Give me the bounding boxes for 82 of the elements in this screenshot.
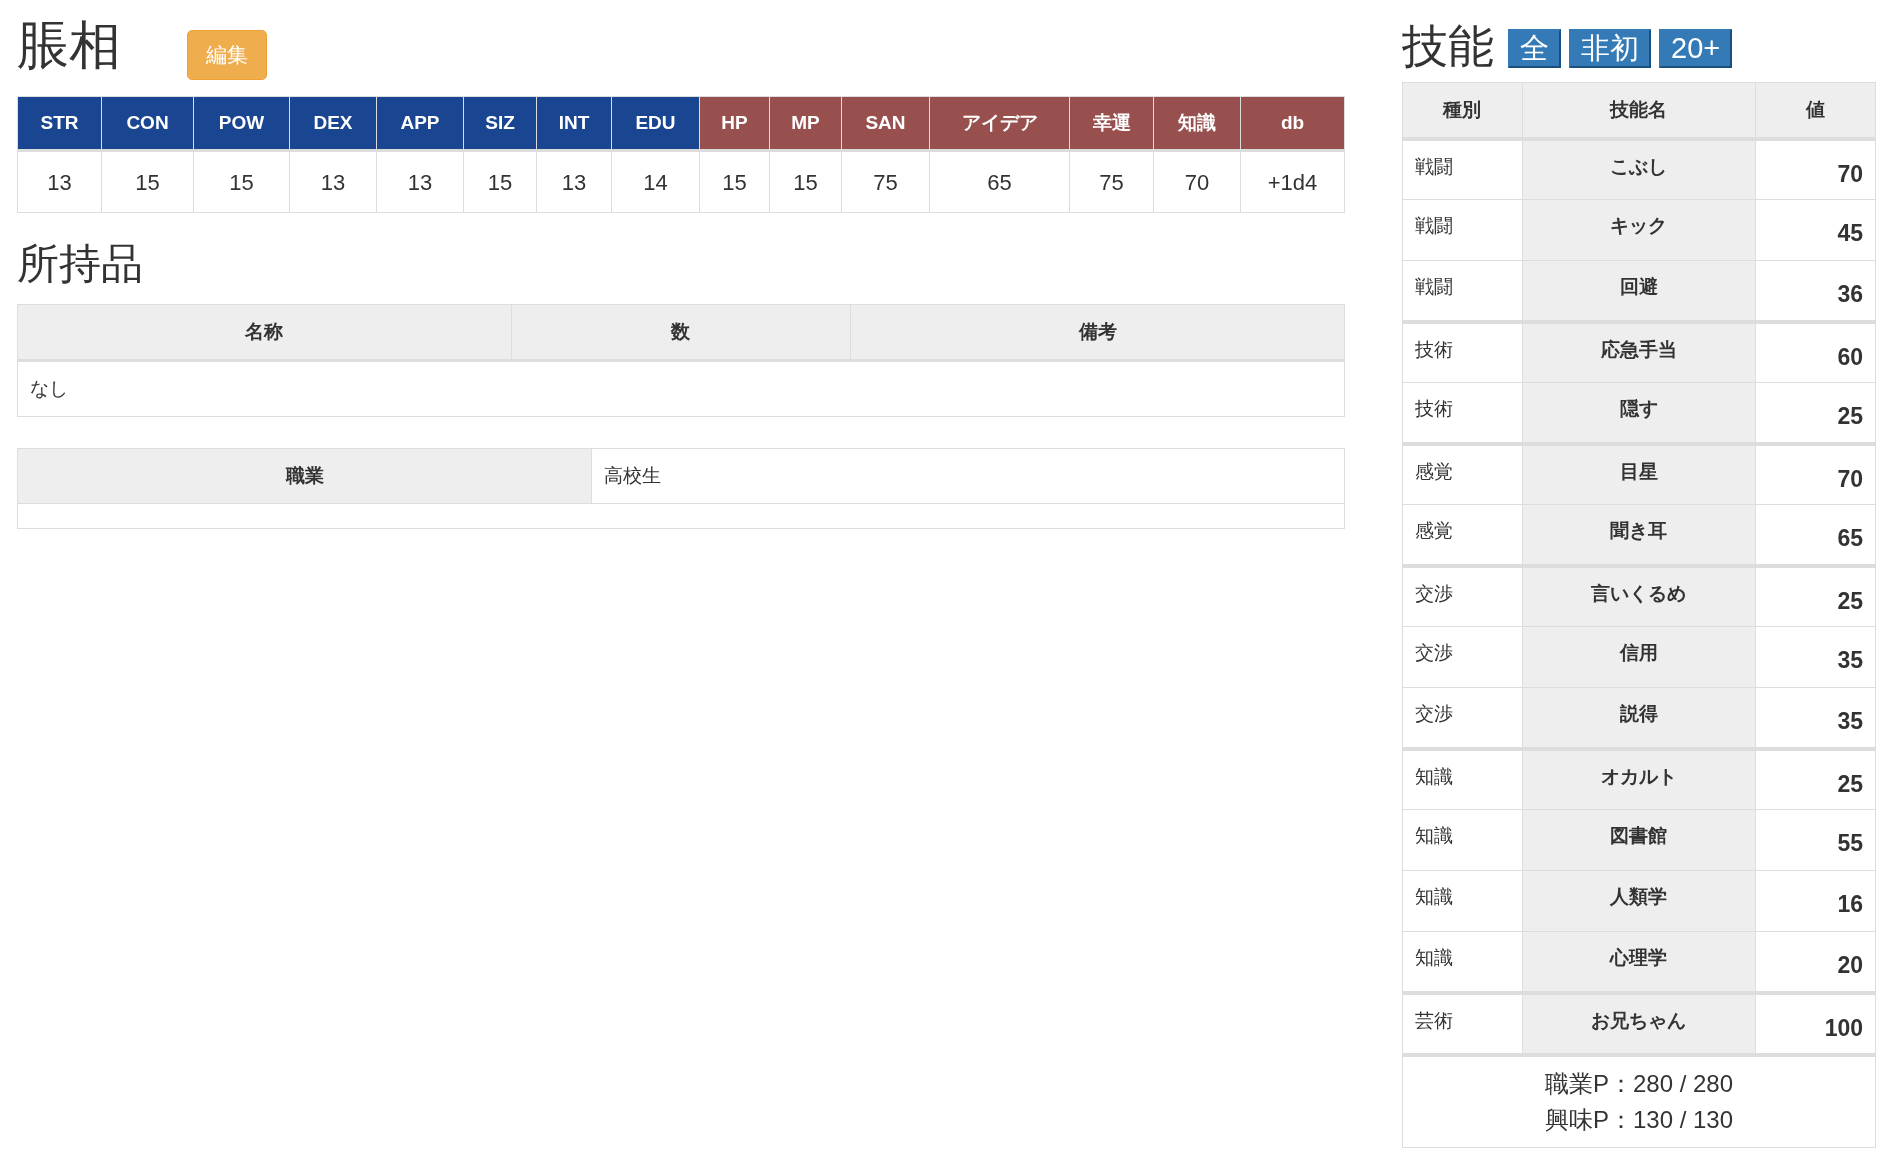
- table-header: 種別: [1402, 82, 1523, 139]
- stat-value: 15: [193, 150, 290, 213]
- stat-header: MP: [769, 96, 842, 151]
- skill-value: 35: [1755, 626, 1876, 688]
- stat-header: APP: [376, 96, 464, 151]
- stat-value: 15: [699, 150, 770, 213]
- skill-name: キック: [1522, 199, 1756, 261]
- stat-header: HP: [699, 96, 770, 151]
- stat-value: 75: [841, 150, 930, 213]
- skill-value: 55: [1755, 809, 1876, 871]
- stat-value: 15: [101, 150, 194, 213]
- table-cell: 高校生: [591, 448, 1345, 504]
- stat-header: アイデア: [929, 96, 1070, 151]
- table-header: 名称: [17, 304, 512, 361]
- skill-category: 戦闘: [1402, 138, 1523, 200]
- stat-value: 75: [1069, 150, 1154, 213]
- stat-header: POW: [193, 96, 290, 151]
- skill-category: 交渉: [1402, 687, 1523, 749]
- skill-name: 隠す: [1522, 382, 1756, 444]
- stat-header: INT: [536, 96, 612, 151]
- skill-value: 45: [1755, 199, 1876, 261]
- skill-name: 応急手当: [1522, 321, 1756, 383]
- skill-name: 説得: [1522, 687, 1756, 749]
- points-summary: 職業P：280 / 280: [1544, 1069, 1734, 1099]
- stat-value: 15: [463, 150, 537, 213]
- section-title: 技能: [1402, 19, 1494, 74]
- table-header: 値: [1755, 82, 1876, 139]
- table-header: 職業: [17, 448, 592, 504]
- stat-header: STR: [17, 96, 102, 151]
- stat-value: 65: [929, 150, 1070, 213]
- skill-category: 知識: [1402, 870, 1523, 932]
- skill-name: お兄ちゃん: [1522, 992, 1756, 1054]
- stat-value: 13: [536, 150, 612, 213]
- stat-value: 13: [289, 150, 377, 213]
- stat-header: SIZ: [463, 96, 537, 151]
- filter-button[interactable]: 非初: [1569, 28, 1651, 68]
- skill-value: 70: [1755, 138, 1876, 200]
- stat-value: 15: [769, 150, 842, 213]
- stat-header: db: [1240, 96, 1345, 151]
- skill-name: 図書館: [1522, 809, 1756, 871]
- skill-name: こぶし: [1522, 138, 1756, 200]
- skill-value: 70: [1755, 443, 1876, 505]
- stat-value: 13: [17, 150, 102, 213]
- stat-value: 14: [611, 150, 700, 213]
- character-name: 脹相: [17, 15, 121, 76]
- skill-category: 戦闘: [1402, 199, 1523, 261]
- skill-value: 16: [1755, 870, 1876, 932]
- skill-category: 戦闘: [1402, 260, 1523, 322]
- section-title: 所持品: [17, 239, 144, 289]
- stat-header: DEX: [289, 96, 377, 151]
- table-header: 備考: [850, 304, 1345, 361]
- skill-name: 人類学: [1522, 870, 1756, 932]
- skill-value: 25: [1755, 565, 1876, 627]
- points-summary: 興味P：130 / 130: [1544, 1105, 1734, 1135]
- table-header: 数: [511, 304, 851, 361]
- skill-category: 知識: [1402, 931, 1523, 993]
- skill-category: 知識: [1402, 809, 1523, 871]
- skill-category: 感覚: [1402, 504, 1523, 566]
- skill-name: 言いくるめ: [1522, 565, 1756, 627]
- stat-header: EDU: [611, 96, 700, 151]
- skill-name: 目星: [1522, 443, 1756, 505]
- skill-name: 聞き耳: [1522, 504, 1756, 566]
- skill-name: オカルト: [1522, 748, 1756, 810]
- skill-value: 25: [1755, 748, 1876, 810]
- table-header: 技能名: [1522, 82, 1756, 139]
- stat-header: 知識: [1153, 96, 1241, 151]
- stat-value: +1d4: [1240, 150, 1345, 213]
- stat-header: CON: [101, 96, 194, 151]
- skill-category: 技術: [1402, 382, 1523, 444]
- skill-category: 交渉: [1402, 626, 1523, 688]
- filter-button[interactable]: 全: [1508, 28, 1561, 68]
- skill-value: 60: [1755, 321, 1876, 383]
- skill-value: 100: [1755, 992, 1876, 1054]
- skill-name: 信用: [1522, 626, 1756, 688]
- filter-button[interactable]: 20+: [1659, 28, 1733, 68]
- stat-value: 70: [1153, 150, 1241, 213]
- stat-header: 幸運: [1069, 96, 1154, 151]
- stat-header: SAN: [841, 96, 930, 151]
- skill-name: 回避: [1522, 260, 1756, 322]
- skill-name: 心理学: [1522, 931, 1756, 993]
- table-cell: なし: [17, 360, 1345, 417]
- stat-value: 13: [376, 150, 464, 213]
